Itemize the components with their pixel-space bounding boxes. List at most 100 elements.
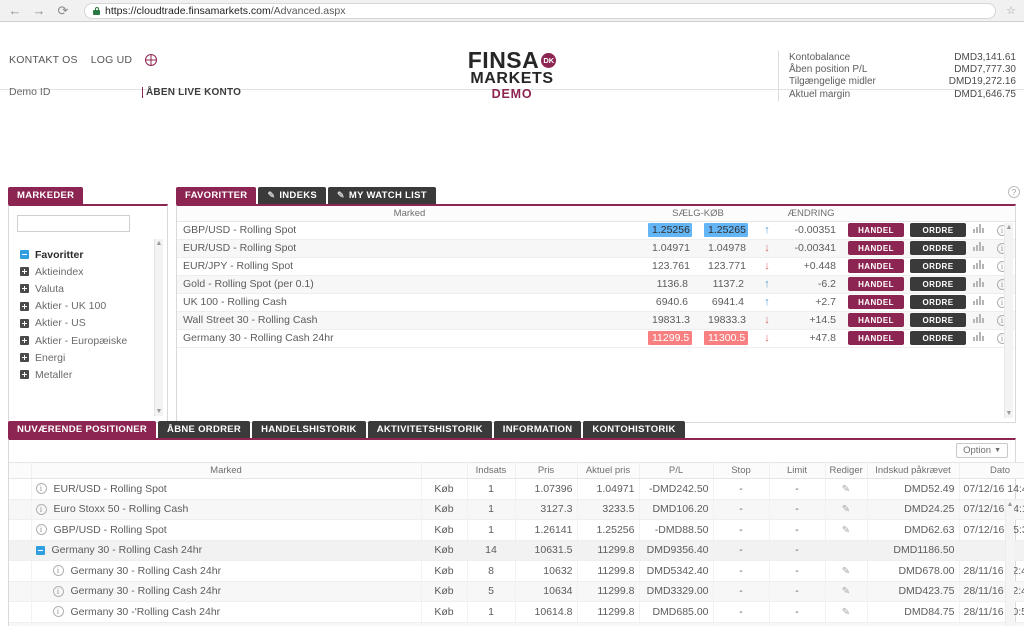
market-tree-scrollbar[interactable]: ▲ ▼ <box>154 239 163 416</box>
edit-pencil-icon[interactable]: ✎ <box>842 484 850 495</box>
quote-row[interactable]: GBP/USD - Rolling Spot 1.25256 1.25265 ↑ -0.… <box>177 221 1015 240</box>
position-stop[interactable]: - <box>713 519 770 541</box>
position-limit[interactable]: - <box>769 622 826 626</box>
expander-icon[interactable] <box>20 301 29 311</box>
position-row[interactable]: i Germany 30 - Rolling Cash 24hr Køb 8 10632… <box>9 560 1024 582</box>
order-button[interactable]: ORDRE <box>910 295 966 309</box>
help-icon[interactable]: ? <box>1008 186 1020 198</box>
forward-icon[interactable]: → <box>32 4 46 17</box>
quote-sell-price[interactable]: 1136.8 <box>642 275 698 294</box>
tab-markeder[interactable]: MARKEDER <box>8 187 84 204</box>
quote-sell-price[interactable]: 11299.5 <box>642 329 698 348</box>
scroll-up-icon[interactable]: ▲ <box>1005 224 1013 231</box>
position-row[interactable]: i GBP/USD - Rolling Spot Køb 1 1.26141 1.2525… <box>9 519 1024 541</box>
expander-icon[interactable] <box>20 370 29 380</box>
expander-icon[interactable] <box>20 318 29 328</box>
chart-icon[interactable] <box>972 296 984 305</box>
position-limit[interactable]: - <box>769 519 826 541</box>
order-button[interactable]: ORDRE <box>910 331 966 345</box>
position-row[interactable]: iGold - Rolling Spot (per 0.1)Køb11175.3… <box>9 622 1024 626</box>
trade-button[interactable]: HANDEL <box>848 223 904 237</box>
trade-button[interactable]: HANDEL <box>848 295 904 309</box>
edit-pencil-icon[interactable]: ✎ <box>842 566 850 577</box>
info-icon[interactable]: i <box>35 524 47 536</box>
edit-pencil-icon[interactable]: ✎ <box>842 607 850 618</box>
quote-sell-price[interactable]: 6940.6 <box>642 293 698 312</box>
trade-button[interactable]: HANDEL <box>848 331 904 345</box>
address-bar[interactable]: https://cloudtrade.finsamarkets.com/Adva… <box>84 2 997 19</box>
quote-row[interactable]: UK 100 - Rolling Cash 6940.6 6941.4 ↑ +2.7 HA… <box>177 293 1015 312</box>
quotes-scrollbar[interactable]: ▲ ▼ <box>1004 223 1013 418</box>
quote-buy-price[interactable]: 1137.2 <box>698 275 754 294</box>
position-stop[interactable]: - <box>713 622 770 626</box>
positions-scrollbar[interactable]: ▲ ▼ <box>1005 500 1014 626</box>
position-row[interactable]: i Euro Stoxx 50 - Rolling Cash Køb 1 3127.3 3… <box>9 499 1024 520</box>
reload-icon[interactable]: ⟳ <box>56 4 70 17</box>
chart-icon[interactable] <box>972 224 984 233</box>
tree-item-aktier-europaeiske[interactable]: Aktier - Europæiske <box>9 332 167 349</box>
tree-item-energi[interactable]: Energi <box>9 349 167 366</box>
expander-icon[interactable] <box>20 353 29 363</box>
order-button[interactable]: ORDRE <box>910 277 966 291</box>
position-stop[interactable]: - <box>713 560 770 582</box>
tree-item-aktier-us[interactable]: Aktier - US <box>9 315 167 332</box>
tab-favoritter[interactable]: FAVORITTER <box>176 187 257 204</box>
expander-icon[interactable] <box>20 267 29 277</box>
tree-item-aktieindex[interactable]: Aktieindex <box>9 263 167 280</box>
position-limit[interactable]: - <box>769 601 826 623</box>
quote-buy-price[interactable]: 11300.5 <box>698 329 754 348</box>
quote-row[interactable]: Gold - Rolling Spot (per 0.1) 1136.8 1137.… <box>177 275 1015 294</box>
edit-pencil-icon[interactable]: ✎ <box>842 586 850 597</box>
tree-item-favoritter[interactable]: Favoritter <box>9 246 167 263</box>
position-row[interactable]: Germany 30 - Rolling Cash 24hr Køb 14 10631… <box>9 540 1024 561</box>
position-row[interactable]: i Germany 30 - Rolling Cash 24hr Køb 5 10634… <box>9 581 1024 602</box>
chart-icon[interactable] <box>972 314 984 323</box>
quote-buy-price[interactable]: 123.771 <box>698 257 754 276</box>
position-limit[interactable]: - <box>769 560 826 582</box>
tab-my-watch-list[interactable]: ✎ MY WATCH LIST <box>328 187 436 204</box>
quote-buy-price[interactable]: 6941.4 <box>698 293 754 312</box>
collapse-group-icon[interactable] <box>35 545 45 555</box>
tab-aktivitetshistorik[interactable]: AKTIVITETSHISTORIK <box>367 421 492 438</box>
position-stop[interactable]: - <box>713 478 770 500</box>
quote-sell-price[interactable]: 1.04971 <box>642 239 698 258</box>
position-stop[interactable]: - <box>713 499 770 520</box>
position-stop[interactable]: - <box>713 601 770 623</box>
logout-link[interactable]: LOG UD <box>91 54 132 66</box>
globe-icon[interactable] <box>145 54 158 66</box>
order-button[interactable]: ORDRE <box>910 223 966 237</box>
tree-item-aktier-uk-100[interactable]: Aktier - UK 100 <box>9 298 167 315</box>
options-button[interactable]: Option ▼ <box>956 443 1008 458</box>
tab-information[interactable]: INFORMATION <box>493 421 582 438</box>
quote-buy-price[interactable]: 1.25265 <box>698 221 754 240</box>
quote-row[interactable]: EUR/JPY - Rolling Spot 123.761 123.771 ↓ +0.… <box>177 257 1015 276</box>
contact-link[interactable]: KONTAKT OS <box>9 54 78 66</box>
scroll-down-icon[interactable]: ▼ <box>155 408 163 415</box>
quote-row[interactable]: Germany 30 - Rolling Cash 24hr 11299.5 113… <box>177 329 1015 348</box>
position-row[interactable]: i Germany 30 -'Rolling Cash 24hr Køb 1 10614… <box>9 601 1024 623</box>
trade-button[interactable]: HANDEL <box>848 313 904 327</box>
tab-handelshistorik[interactable]: HANDELSHISTORIK <box>252 421 366 438</box>
info-icon[interactable]: i <box>35 483 47 495</box>
quote-sell-price[interactable]: 1.25256 <box>642 221 698 240</box>
quote-row[interactable]: Wall Street 30 - Rolling Cash 19831.3 1983… <box>177 311 1015 330</box>
position-row[interactable]: i EUR/USD - Rolling Spot Køb 1 1.07396 1.0497… <box>9 478 1024 500</box>
edit-pencil-icon[interactable]: ✎ <box>842 525 850 536</box>
position-limit[interactable]: - <box>769 581 826 602</box>
position-stop[interactable]: - <box>713 581 770 602</box>
position-limit[interactable]: - <box>769 478 826 500</box>
chart-icon[interactable] <box>972 278 984 287</box>
chart-icon[interactable] <box>972 332 984 341</box>
edit-pencil-icon[interactable]: ✎ <box>842 504 850 515</box>
scroll-up-icon[interactable]: ▲ <box>1006 501 1014 508</box>
order-button[interactable]: ORDRE <box>910 259 966 273</box>
expander-icon[interactable] <box>20 336 29 346</box>
expander-icon[interactable] <box>20 284 29 294</box>
market-search-input[interactable] <box>17 215 130 232</box>
trade-button[interactable]: HANDEL <box>848 259 904 273</box>
position-limit[interactable]: - <box>769 499 826 520</box>
expander-icon[interactable] <box>20 250 29 260</box>
quote-sell-price[interactable]: 123.761 <box>642 257 698 276</box>
position-stop[interactable]: - <box>713 540 770 561</box>
chart-icon[interactable] <box>972 260 984 269</box>
